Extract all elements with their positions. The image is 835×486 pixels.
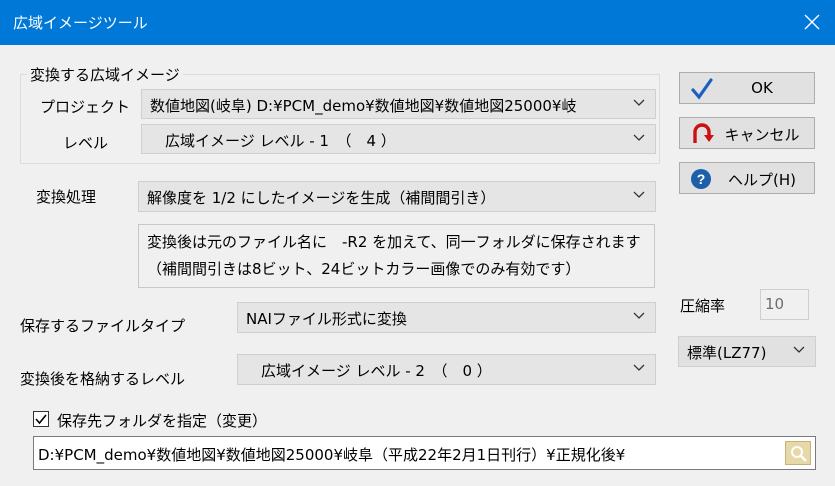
dest-level-label: 変換後を格納するレベル — [20, 370, 186, 388]
folder-search-icon — [791, 446, 807, 462]
cancel-button[interactable]: キャンセル — [679, 117, 815, 149]
process-label: 変換処理 — [36, 188, 97, 206]
compression-rate-input[interactable]: 10 — [760, 289, 809, 320]
compression-mode-select[interactable]: 標準(LZ77) — [678, 336, 816, 367]
filetype-value: NAIファイル形式に変換 — [246, 310, 407, 328]
compression-label: 圧縮率 — [680, 297, 726, 315]
project-select[interactable]: 数値地図(岐阜) D:¥PCM_demo¥数値地図¥数値地図25000¥岐 — [141, 89, 656, 119]
close-button[interactable] — [789, 0, 835, 45]
help-label: ヘルプ(H) — [728, 171, 796, 189]
save-folder-path-field[interactable]: D:¥PCM_demo¥数値地図¥数値地図25000¥岐阜（平成22年2月1日刊… — [33, 436, 816, 470]
info-line-1: 変換後は元のファイル名に -R2 を加えて、同一フォルダに保存されます — [147, 233, 641, 251]
save-folder-path: D:¥PCM_demo¥数値地図¥数値地図25000¥岐阜（平成22年2月1日刊… — [38, 446, 626, 464]
chevron-down-icon — [793, 346, 805, 353]
chevron-down-icon — [633, 312, 645, 319]
process-select[interactable]: 解像度を 1/2 にしたイメージを生成（補間間引き） — [138, 181, 656, 212]
project-value: 数値地図(岐阜) D:¥PCM_demo¥数値地図¥数値地図25000¥岐 — [150, 97, 577, 115]
browse-folder-button[interactable] — [785, 441, 811, 465]
ok-label: OK — [751, 79, 773, 97]
dest-level-select[interactable]: 広域イメージ レベル - 2 （ 0 ） — [237, 354, 656, 385]
process-info: 変換後は元のファイル名に -R2 を加えて、同一フォルダに保存されます （補間間… — [138, 224, 655, 288]
level-label: レベル — [63, 134, 109, 152]
chevron-down-icon — [633, 134, 645, 141]
compression-mode-value: 標準(LZ77) — [687, 344, 767, 362]
ok-button[interactable]: OK — [679, 72, 815, 104]
group-title: 変換する広域イメージ — [27, 64, 183, 85]
chevron-down-icon — [633, 99, 645, 106]
checkmark-icon — [35, 414, 47, 425]
help-icon: ? — [691, 169, 711, 189]
window-title: 広域イメージツール — [13, 14, 148, 32]
save-folder-label: 保存先フォルダを指定（変更） — [57, 412, 268, 430]
info-line-2: （補間間引きは8ビット、24ビットカラー画像でのみ有効です） — [147, 260, 581, 278]
filetype-label: 保存するファイルタイプ — [20, 317, 186, 335]
help-button[interactable]: ? ヘルプ(H) — [679, 162, 815, 194]
chevron-down-icon — [633, 364, 645, 371]
level-value: 広域イメージ レベル - 1 （ 4 ） — [150, 132, 396, 150]
process-value: 解像度を 1/2 にしたイメージを生成（補間間引き） — [147, 189, 496, 207]
project-label: プロジェクト — [40, 98, 131, 116]
close-icon — [804, 14, 820, 30]
cancel-label: キャンセル — [724, 126, 800, 144]
level-select[interactable]: 広域イメージ レベル - 1 （ 4 ） — [141, 124, 656, 154]
save-folder-checkbox[interactable] — [33, 411, 49, 427]
filetype-select[interactable]: NAIファイル形式に変換 — [237, 302, 656, 333]
title-bar: 広域イメージツール — [0, 0, 835, 45]
svg-text:?: ? — [697, 171, 706, 187]
chevron-down-icon — [633, 191, 645, 198]
dest-level-value: 広域イメージ レベル - 2 （ 0 ） — [246, 362, 492, 380]
